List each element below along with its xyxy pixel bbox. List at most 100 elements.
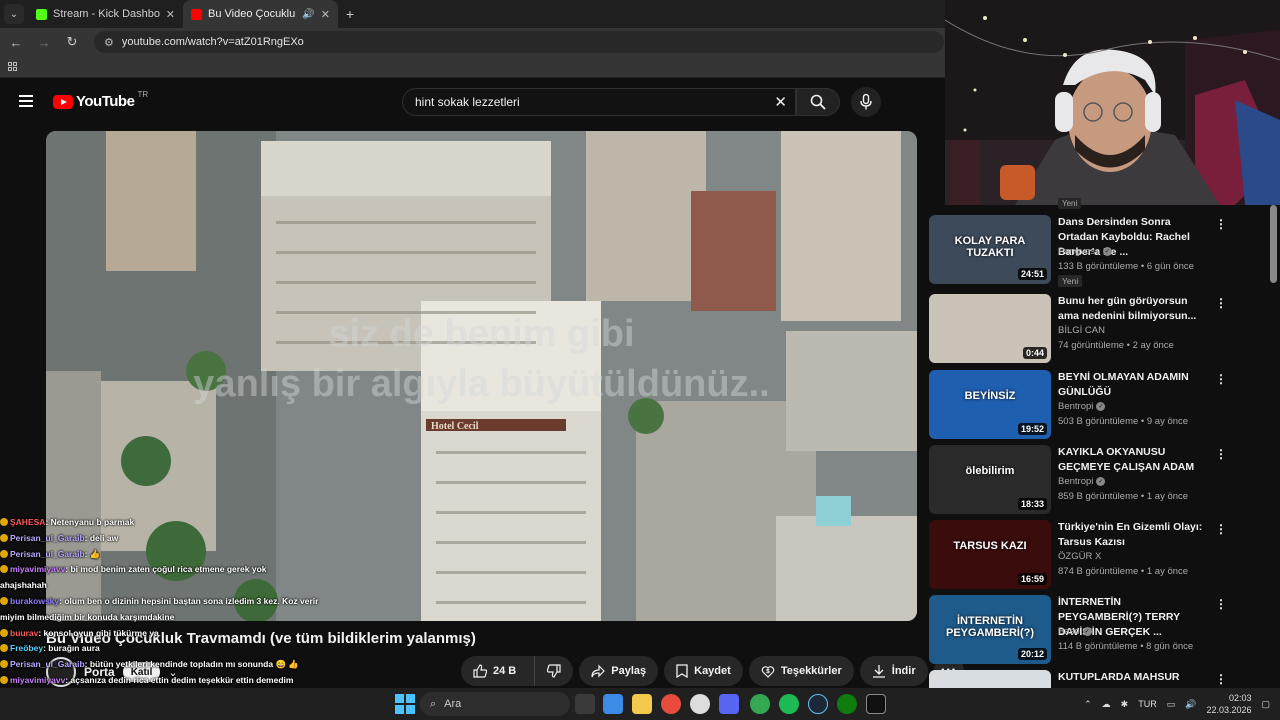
video-thumbnail[interactable]: ölebilirim 18:33 (929, 445, 1051, 514)
download-button[interactable]: İndir (859, 656, 928, 686)
clear-search-icon[interactable]: ✕ (774, 93, 787, 111)
recommended-title[interactable]: KUTUPLARDA MAHSUR (1058, 670, 1206, 685)
recommended-channel[interactable]: Bentropi ✓ (1058, 401, 1106, 412)
forward-icon[interactable]: → (34, 35, 54, 50)
network-icon[interactable]: ▭ (1167, 699, 1176, 710)
search-input[interactable]: hint sokak lezzetleri ✕ (402, 88, 796, 116)
chrome-icon[interactable] (661, 694, 681, 714)
site-info-icon[interactable]: ⚙ (104, 36, 114, 49)
thanks-button[interactable]: $ Teşekkürler (748, 656, 854, 686)
recommended-video[interactable]: BEYİNSİZ 19:52 BEYNİ OLMAYAN ADAMIN GÜNLÜĞ… (929, 370, 1280, 440)
voice-search-button[interactable] (851, 87, 881, 117)
recommended-video[interactable]: TARSUS KAZI 16:59 Türkiye'nin En Gizemli O… (929, 520, 1280, 590)
new-tab-button[interactable]: + (338, 6, 362, 22)
more-options-icon[interactable]: ⋮ (1215, 447, 1227, 461)
store-icon[interactable] (603, 694, 623, 714)
taskbar-search-placeholder: Ara (444, 698, 462, 710)
windows-start-icon[interactable] (395, 694, 415, 714)
task-view-icon[interactable] (575, 694, 595, 714)
recommended-channel[interactable]: ÖZGÜR X (1058, 551, 1101, 562)
chat-text: : burağın aura (43, 643, 100, 654)
video-thumbnail[interactable]: 0:44 (929, 294, 1051, 363)
save-button[interactable]: Kaydet (664, 656, 743, 686)
tab-search-icon[interactable]: ⌄ (4, 4, 24, 24)
sidebar-scrollbar[interactable] (1270, 205, 1277, 283)
video-thumbnail[interactable]: İNTERNETİN PEYGAMBERİ(?) 20:12 (929, 595, 1051, 664)
recommended-channel[interactable]: Baso ✓ (1058, 626, 1092, 637)
language-indicator[interactable]: TUR (1138, 699, 1157, 709)
recommended-meta: 859 B görüntüleme • 1 ay önce (1058, 491, 1189, 502)
volume-icon[interactable]: 🔊 (1185, 699, 1196, 710)
recommended-title[interactable]: Türkiye'nin En Gizemli Olayı: Tarsus Kaz… (1058, 520, 1206, 550)
video-thumbnail[interactable]: KOLAY PARA TUZAKTI 24:51 (929, 215, 1051, 284)
epic-games-icon[interactable] (866, 694, 886, 714)
video-thumbnail[interactable]: TARSUS KAZI 16:59 (929, 520, 1051, 589)
more-options-icon[interactable]: ⋮ (1215, 597, 1227, 611)
tray-overflow-icon[interactable]: ⌃ (1084, 699, 1092, 710)
chat-message: Freöbey: burağın aura (0, 641, 330, 657)
channel-name: Bentropi (1058, 401, 1094, 412)
new-badge-top: Yeni (1058, 198, 1082, 209)
chrome-active-icon[interactable] (750, 694, 770, 714)
reload-icon[interactable]: ↻ (62, 34, 82, 50)
chat-badge-icon (0, 549, 8, 558)
more-options-icon[interactable]: ⋮ (1215, 372, 1227, 386)
like-button[interactable]: 24 B (461, 656, 528, 686)
notifications-icon[interactable]: ▢ (1261, 699, 1270, 710)
chat-message: ahajshahah (0, 578, 330, 594)
chat-username: Perisan_ul_Garaib (10, 532, 85, 543)
recommended-video[interactable]: İNTERNETİN PEYGAMBERİ(?) 20:12 İNTERNETİN … (929, 595, 1280, 665)
more-options-icon[interactable]: ⋮ (1215, 217, 1227, 231)
recommended-title[interactable]: KAYIKLA OKYANUSU GEÇMEYE ÇALIŞAN ADAM (1058, 445, 1206, 475)
close-tab-icon[interactable]: ✕ (166, 8, 175, 21)
channel-name: Bentropi (1058, 476, 1094, 487)
spotify-icon[interactable] (779, 694, 799, 714)
dislike-button[interactable] (534, 656, 573, 686)
thumbs-down-icon (547, 664, 561, 678)
audio-icon[interactable]: 🔊 (302, 9, 314, 20)
recommended-channel[interactable]: BİLGİ CAN (1058, 325, 1105, 336)
more-options-icon[interactable]: ⋮ (1215, 522, 1227, 536)
file-explorer-icon[interactable] (632, 694, 652, 714)
search-button[interactable] (796, 88, 840, 116)
address-toolbar: ← → ↻ ⚙ youtube.com/watch?v=atZ01RngEXo (0, 28, 945, 56)
apps-grid-icon[interactable] (8, 62, 17, 71)
url-field[interactable]: ⚙ youtube.com/watch?v=atZ01RngEXo (94, 31, 944, 53)
chat-text: ahajshahah (0, 580, 47, 591)
taskbar-search[interactable]: ⌕ Ara (420, 692, 570, 716)
tab-youtube-video[interactable]: Bu Video Çocukluk Travmam 🔊 ✕ (183, 0, 338, 28)
discord-icon[interactable] (719, 694, 739, 714)
more-options-icon[interactable]: ⋮ (1215, 296, 1227, 310)
url-text: youtube.com/watch?v=atZ01RngEXo (121, 36, 304, 48)
cloud-icon[interactable]: ☁ (1102, 699, 1111, 710)
recommended-title[interactable]: BEYNİ OLMAYAN ADAMIN GÜNLÜĞÜ (1058, 370, 1206, 400)
video-thumbnail[interactable]: BEYİNSİZ 19:52 (929, 370, 1051, 439)
youtube-logo[interactable]: YouTube TR (53, 90, 148, 110)
tab-title: Bu Video Çocukluk Travmam (208, 8, 297, 20)
search-icon: ⌕ (430, 697, 437, 710)
chat-username: buurav (10, 627, 39, 638)
bluetooth-icon[interactable]: ✱ (1121, 699, 1129, 710)
recommended-channel[interactable]: Bentropi ✓ (1058, 476, 1106, 487)
share-button[interactable]: Paylaş (579, 656, 659, 686)
channel-name: Baso (1058, 626, 1080, 637)
more-options-icon[interactable]: ⋮ (1215, 672, 1227, 686)
recommended-title[interactable]: Bunu her gün görüyorsun ama nedenini bil… (1058, 294, 1206, 324)
back-icon[interactable]: ← (6, 35, 26, 50)
chat-text: : bütün yetkileri kendinde topladın mı s… (84, 659, 299, 670)
thumbnail-text: ölebilirim (965, 465, 1015, 477)
recommended-video[interactable]: KOLAY PARA TUZAKTI 24:51 Dans Dersinden So… (929, 215, 1280, 287)
download-label: İndir (891, 665, 916, 677)
recommended-video[interactable]: ölebilirim 18:33 KAYIKLA OKYANUSU GEÇMEYE … (929, 445, 1280, 515)
clock[interactable]: 02:03 22.03.2026 (1206, 692, 1251, 716)
close-tab-icon[interactable]: ✕ (321, 8, 330, 21)
recommended-video[interactable]: 0:44 Bunu her gün görüyorsun ama nedenini… (929, 294, 1280, 364)
xbox-icon[interactable] (837, 694, 857, 714)
clock-time: 02:03 (1228, 693, 1252, 703)
tab-kick-dashboard[interactable]: Stream - Kick Dashboard ✕ (28, 0, 183, 28)
recommended-channel[interactable]: Pangvoss ✓ (1058, 246, 1112, 257)
menu-icon[interactable] (19, 95, 33, 107)
github-icon[interactable] (690, 694, 710, 714)
steam-icon[interactable] (808, 694, 828, 714)
verified-icon: ✓ (1096, 477, 1106, 486)
